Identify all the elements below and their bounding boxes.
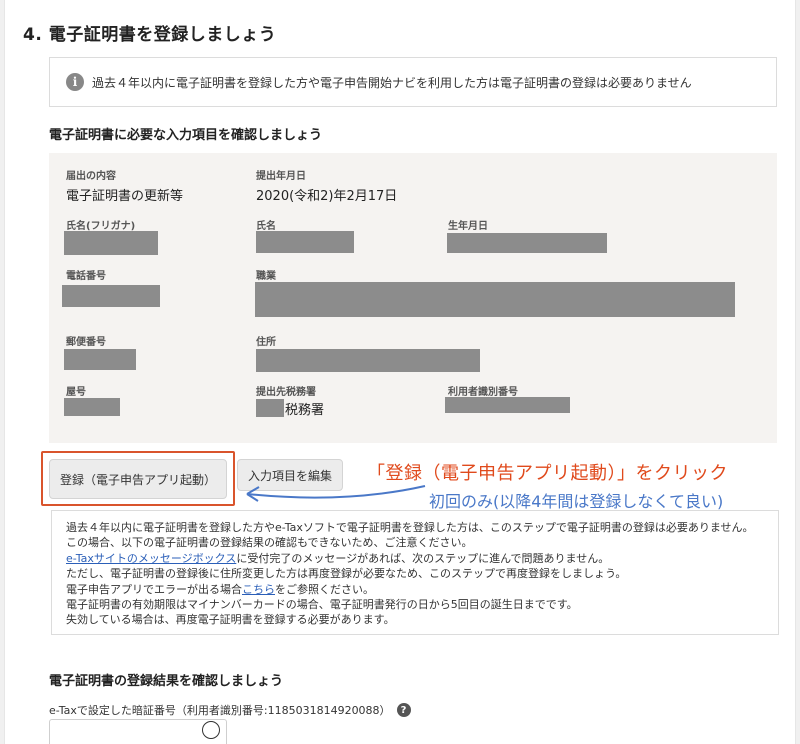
postal-code-label: 郵便番号 (66, 337, 106, 348)
tax-office-redaction (256, 399, 284, 417)
notice-line: e-Taxサイトのメッセージボックスに受付完了のメッセージがあれば、次のステップ… (66, 551, 610, 565)
notice-line: 電子証明書の有効期限はマイナンバーカードの場合、電子証明書発行の日から5回目の誕… (66, 598, 578, 612)
error-help-link[interactable]: こちら (242, 583, 275, 596)
user-id-label: 利用者識別番号 (448, 387, 518, 398)
notice-line: 過去４年以内に電子証明書を登録した方やe-Taxソフトで電子証明書を登録した方は… (66, 521, 754, 534)
eye-icon[interactable] (202, 721, 220, 739)
user-id-field: 利用者識別番号 (448, 383, 518, 398)
occupation-field: 職業 (256, 267, 276, 282)
annotation-arrow-icon (246, 485, 426, 502)
address-label: 住所 (256, 337, 276, 348)
notice-line: この場合、以下の電子証明書の登録結果の確認もできないため、ご注意ください。 (66, 536, 473, 550)
tax-office-label: 提出先税務署 (256, 387, 316, 398)
occupation-label: 職業 (256, 271, 276, 282)
birth-date-label: 生年月日 (448, 221, 488, 232)
phone-redaction (62, 285, 160, 307)
name-label: 氏名 (256, 221, 276, 232)
confirm-panel: 届出の内容 電子証明書の更新等 提出年月日 2020(令和2)年2月17日 氏名… (49, 153, 777, 443)
info-box: i 過去４年以内に電子証明書を登録した方や電子申告開始ナビを利用した方は電子証明… (49, 57, 777, 107)
result-section-title: 電子証明書の登録結果を確認しましょう (49, 674, 284, 689)
name-field: 氏名 (256, 217, 276, 232)
filing-content-field: 届出の内容 電子証明書の更新等 (66, 167, 183, 204)
user-id-redaction (445, 397, 570, 413)
birth-date-field: 生年月日 (448, 217, 488, 232)
trade-name-field: 屋号 (66, 383, 86, 398)
kana-name-label: 氏名(フリガナ) (66, 221, 136, 232)
notice-line: 失効している場合は、再度電子証明書を登録する必要があります。 (66, 613, 395, 627)
address-redaction (256, 349, 480, 372)
page-container: 4. 電子証明書を登録しましょう i 過去４年以内に電子証明書を登録した方や電子… (4, 0, 796, 744)
confirm-section-title: 電子証明書に必要な入力項目を確認しましょう (49, 128, 323, 143)
postal-code-redaction (64, 349, 136, 370)
address-field: 住所 (256, 333, 276, 348)
postal-code-field: 郵便番号 (66, 333, 106, 348)
passcode-input[interactable] (49, 719, 227, 744)
trade-name-redaction (64, 398, 120, 416)
tax-office-field: 提出先税務署 (256, 383, 316, 398)
occupation-redaction (255, 282, 735, 317)
birth-date-redaction (447, 233, 607, 253)
info-icon: i (66, 73, 84, 91)
passcode-label: e-Taxで設定した暗証番号（利用者識別番号:1185031814920088） (49, 704, 391, 717)
passcode-label-row: e-Taxで設定した暗証番号（利用者識別番号:1185031814920088）… (49, 702, 411, 718)
trade-name-label: 屋号 (66, 387, 86, 398)
submit-date-value: 2020(令和2)年2月17日 (256, 189, 398, 204)
tax-office-suffix: 税務署 (285, 403, 325, 418)
kana-name-field: 氏名(フリガナ) (66, 217, 135, 232)
name-redaction (256, 231, 354, 253)
notice-box: 過去４年以内に電子証明書を登録した方やe-Taxソフトで電子証明書を登録した方は… (51, 510, 779, 635)
question-icon[interactable]: ? (396, 703, 411, 717)
filing-content-label: 届出の内容 (66, 171, 116, 182)
kana-name-redaction (64, 231, 158, 255)
phone-field: 電話番号 (66, 267, 106, 282)
notice-line: 電子申告アプリでエラーが出る場合こちらをご参照ください。 (66, 582, 374, 596)
register-button[interactable]: 登録（電子申告アプリ起動） (49, 459, 227, 499)
info-text: 過去４年以内に電子証明書を登録した方や電子申告開始ナビを利用した方は電子証明書の… (92, 75, 692, 90)
first-time-annotation: 初回のみ(以降4年間は登録しなくて良い) (429, 492, 724, 511)
submit-date-field: 提出年月日 2020(令和2)年2月17日 (256, 167, 397, 204)
phone-label: 電話番号 (66, 271, 106, 282)
step-title: 4. 電子証明書を登録しましょう (23, 25, 277, 45)
filing-content-value: 電子証明書の更新等 (66, 189, 184, 204)
submit-date-label: 提出年月日 (256, 171, 306, 182)
etax-message-box-link[interactable]: e-Taxサイトのメッセージボックス (66, 552, 236, 565)
notice-line: ただし、電子証明書の登録後に住所変更した方は再度登録が必要なため、このステップで… (66, 567, 627, 581)
